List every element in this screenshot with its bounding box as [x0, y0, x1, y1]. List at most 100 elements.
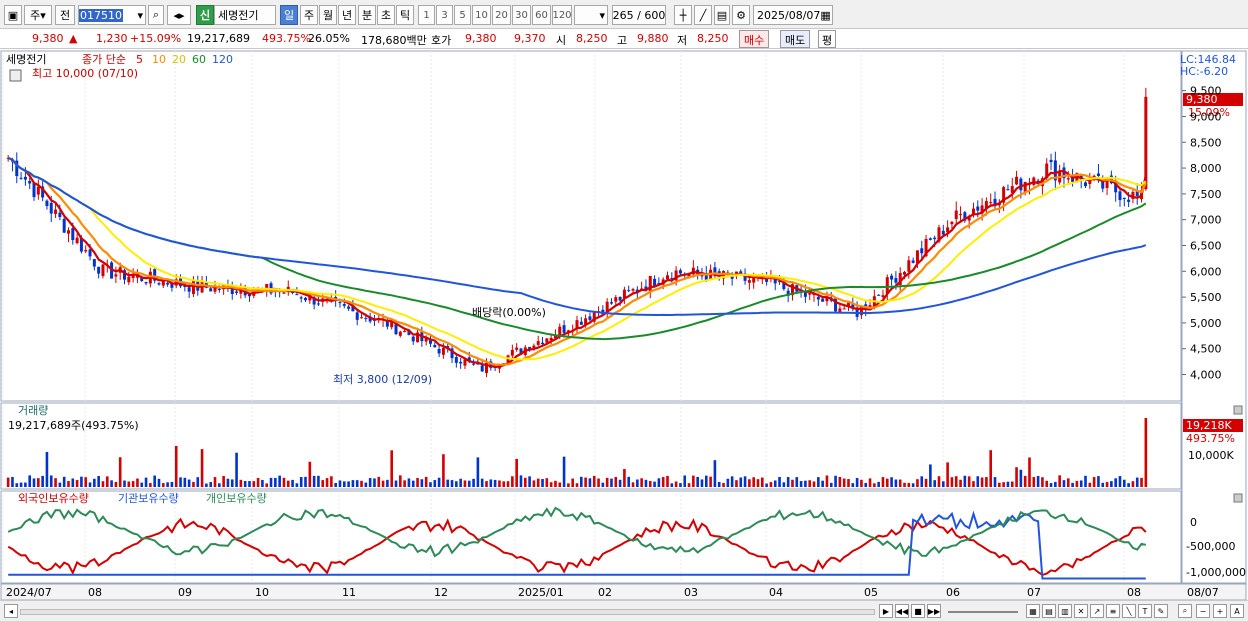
scroll-left-icon[interactable]: ◂: [4, 604, 18, 618]
speaker-icon[interactable]: ◂▸: [167, 5, 191, 25]
volume-bar: [403, 480, 406, 487]
volume-bar: [304, 476, 307, 487]
date-field[interactable]: 2025/08/07 ▦: [753, 5, 833, 25]
volume-bar: [1079, 480, 1083, 487]
interval-10[interactable]: 10: [472, 5, 491, 25]
font-size-icon[interactable]: A: [1230, 604, 1244, 618]
chart-menu-icon[interactable]: ▣: [4, 5, 22, 25]
custom-interval-select[interactable]: ▾: [574, 5, 608, 25]
volume-bar: [32, 478, 36, 487]
interval-20[interactable]: 20: [492, 5, 511, 25]
scrollbar-track[interactable]: [20, 609, 875, 615]
ma-legend-5: 5: [136, 53, 143, 66]
candle-body: [678, 270, 682, 274]
play-icon[interactable]: ▶: [879, 604, 893, 618]
candle-body: [463, 359, 467, 366]
holdings-axis-0: 0: [1190, 516, 1197, 529]
candle-style-icon[interactable]: ┼: [674, 5, 692, 25]
volume-bar: [605, 477, 609, 487]
volume-bar: [704, 475, 708, 487]
candle-body: [32, 182, 36, 198]
volume-bar: [416, 478, 419, 487]
volume-bar: [161, 483, 165, 487]
gear-icon[interactable]: ⚙: [732, 5, 750, 25]
volume-bar: [28, 475, 32, 487]
volume-bar: [623, 469, 626, 487]
save-icon[interactable]: ▤: [714, 5, 730, 25]
volume-bar: [1088, 482, 1092, 487]
tab-day[interactable]: 일: [280, 5, 298, 25]
volume-bar: [222, 476, 225, 487]
count-field[interactable]: 265 / 600: [612, 5, 666, 25]
interval-3[interactable]: 3: [436, 5, 453, 25]
stock-code-input[interactable]: 017510 ▾: [78, 5, 146, 25]
interval-1[interactable]: 1: [418, 5, 435, 25]
x-axis-label: 08: [1127, 586, 1141, 599]
volume-bar: [549, 482, 553, 487]
zoom-out-icon[interactable]: −: [1196, 604, 1210, 618]
line-tool-icon[interactable]: ╲: [1122, 604, 1136, 618]
candle-body: [575, 320, 579, 329]
volume-bar: [799, 481, 803, 487]
tab-tick[interactable]: 틱: [396, 5, 414, 25]
candle-body: [398, 331, 402, 336]
tab-week[interactable]: 주: [300, 5, 318, 25]
volume-bar: [1118, 476, 1122, 487]
volume-bar: [230, 479, 234, 487]
sell-button[interactable]: 매도: [780, 30, 811, 48]
fib-tool-icon[interactable]: ≡: [1106, 604, 1120, 618]
interval-30[interactable]: 30: [512, 5, 531, 25]
volume-bar: [131, 481, 135, 487]
arrow-tool-icon[interactable]: ↗: [1090, 604, 1104, 618]
holdings-axis-1000k: -1,000,000: [1186, 566, 1246, 579]
zoom-slider[interactable]: [948, 611, 1018, 613]
volume-panel-close-icon[interactable]: [1233, 405, 1243, 415]
stock-chart[interactable]: 세명전기 종가 단순 5 10 20 60 120 LC:146.84 HC:-…: [0, 50, 1248, 601]
volume-bar: [545, 478, 549, 487]
volume-bar: [1092, 477, 1096, 487]
toolbar: ▣ 주 ▾ 전 017510 ▾ ⌕ ◂▸ 신 세명전기 일 주 월 년 분 초 틱…: [0, 0, 1248, 29]
crosshair-icon[interactable]: ✕: [1074, 604, 1088, 618]
search-icon[interactable]: ⌕: [148, 5, 164, 25]
candle-body: [97, 266, 101, 274]
volume-bar: [463, 480, 467, 487]
calendar-icon[interactable]: [9, 69, 22, 82]
volume-bar: [881, 477, 885, 487]
candle-body: [127, 276, 131, 283]
x-axis-label: 2024/07: [6, 586, 52, 599]
average-button[interactable]: 평: [818, 30, 837, 48]
rewind-icon[interactable]: ◀◀: [895, 604, 909, 618]
period-select[interactable]: 주 ▾: [24, 5, 52, 25]
volume-bar: [636, 479, 639, 487]
volume-bar: [299, 477, 303, 487]
tab-minute[interactable]: 분: [358, 5, 376, 25]
grid-icon[interactable]: ▤: [1042, 604, 1056, 618]
x-axis-label: 12: [434, 586, 448, 599]
draw-line-icon[interactable]: ╱: [694, 5, 712, 25]
buy-button[interactable]: 매수: [739, 30, 770, 48]
prev-button[interactable]: 전: [55, 5, 75, 25]
volume-bar: [511, 476, 514, 487]
chart-area[interactable]: 세명전기 종가 단순 5 10 20 60 120 LC:146.84 HC:-…: [0, 50, 1248, 601]
stock-name-field[interactable]: 세명전기: [214, 5, 276, 25]
pencil-icon[interactable]: ✎: [1154, 604, 1168, 618]
holdings-panel-close-icon[interactable]: [1233, 493, 1243, 503]
zoom-in-icon[interactable]: +: [1213, 604, 1227, 618]
candle-body: [752, 277, 756, 283]
tab-month[interactable]: 월: [319, 5, 337, 25]
fast-forward-icon[interactable]: ▶▶: [927, 604, 941, 618]
table-icon[interactable]: ▥: [1058, 604, 1072, 618]
interval-60[interactable]: 60: [532, 5, 551, 25]
text-tool-icon[interactable]: T: [1138, 604, 1152, 618]
stop-icon[interactable]: ■: [911, 604, 925, 618]
interval-120[interactable]: 120: [552, 5, 572, 25]
x-axis-label: 11: [342, 586, 356, 599]
candle-body: [627, 290, 631, 292]
tab-year[interactable]: 년: [338, 5, 356, 25]
layout-icon[interactable]: ▦: [1026, 604, 1040, 618]
ma-legend-60: 60: [192, 53, 206, 66]
interval-5[interactable]: 5: [454, 5, 471, 25]
candle-body: [58, 212, 62, 218]
tab-second[interactable]: 초: [377, 5, 395, 25]
zoom-icon[interactable]: ⌕: [1178, 604, 1192, 618]
